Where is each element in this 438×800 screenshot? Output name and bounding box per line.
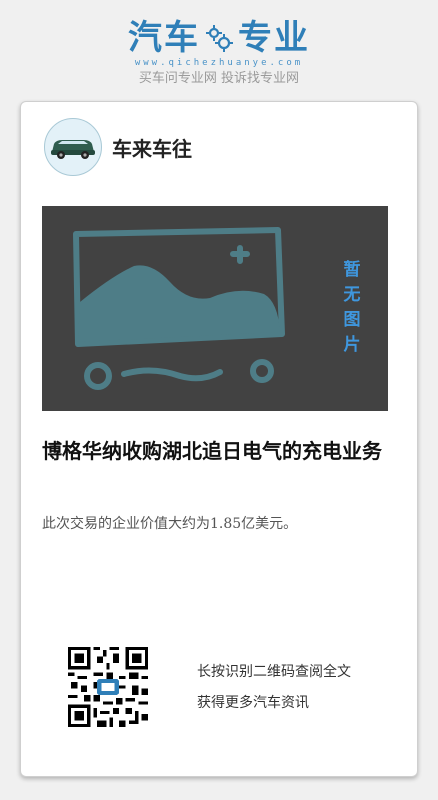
no-image-label: 暂 无 图 片: [342, 258, 362, 358]
image-placeholder-icon: [73, 227, 285, 390]
no-image-char: 暂: [343, 260, 361, 280]
qr-caption-line2: 获得更多汽车资讯: [197, 695, 309, 711]
brand-header: 汽车 专业 www.qichezhuanye.com 买车问专业网 投诉找专业网: [0, 18, 438, 88]
qr-code-icon: [68, 647, 148, 727]
article-summary: 此次交易的企业价值大约为1.85亿美元。: [42, 516, 298, 532]
share-card: 车来车往 暂 无 图 片 博格华纳收购湖北追日电气的充电业务 此次交易的企业价值…: [20, 101, 418, 777]
brand-logo-left: 汽车: [128, 18, 200, 58]
gears-icon: [204, 23, 234, 53]
brand-logo: 汽车 专业: [128, 18, 310, 58]
brand-slogan: 买车问专业网 投诉找专业网: [138, 71, 300, 86]
no-image-char: 无: [343, 285, 361, 305]
author-info: 车来车往: [44, 118, 192, 176]
author-avatar: [44, 118, 102, 176]
car-icon: [51, 140, 95, 159]
cover-image-placeholder: 暂 无 图 片: [42, 206, 388, 411]
brand-logo-right: 专业: [238, 18, 310, 58]
brand-url: www.qichezhuanye.com: [134, 58, 304, 68]
article-title: 博格华纳收购湖北追日电气的充电业务: [42, 439, 382, 463]
no-image-char: 片: [343, 335, 361, 355]
qr-caption: 长按识别二维码查阅全文 获得更多汽车资讯: [197, 662, 351, 713]
qr-caption-line1: 长按识别二维码查阅全文: [197, 664, 351, 680]
no-image-char: 图: [343, 310, 361, 330]
author-name: 车来车往: [112, 136, 192, 161]
qr-code[interactable]: [68, 647, 148, 727]
